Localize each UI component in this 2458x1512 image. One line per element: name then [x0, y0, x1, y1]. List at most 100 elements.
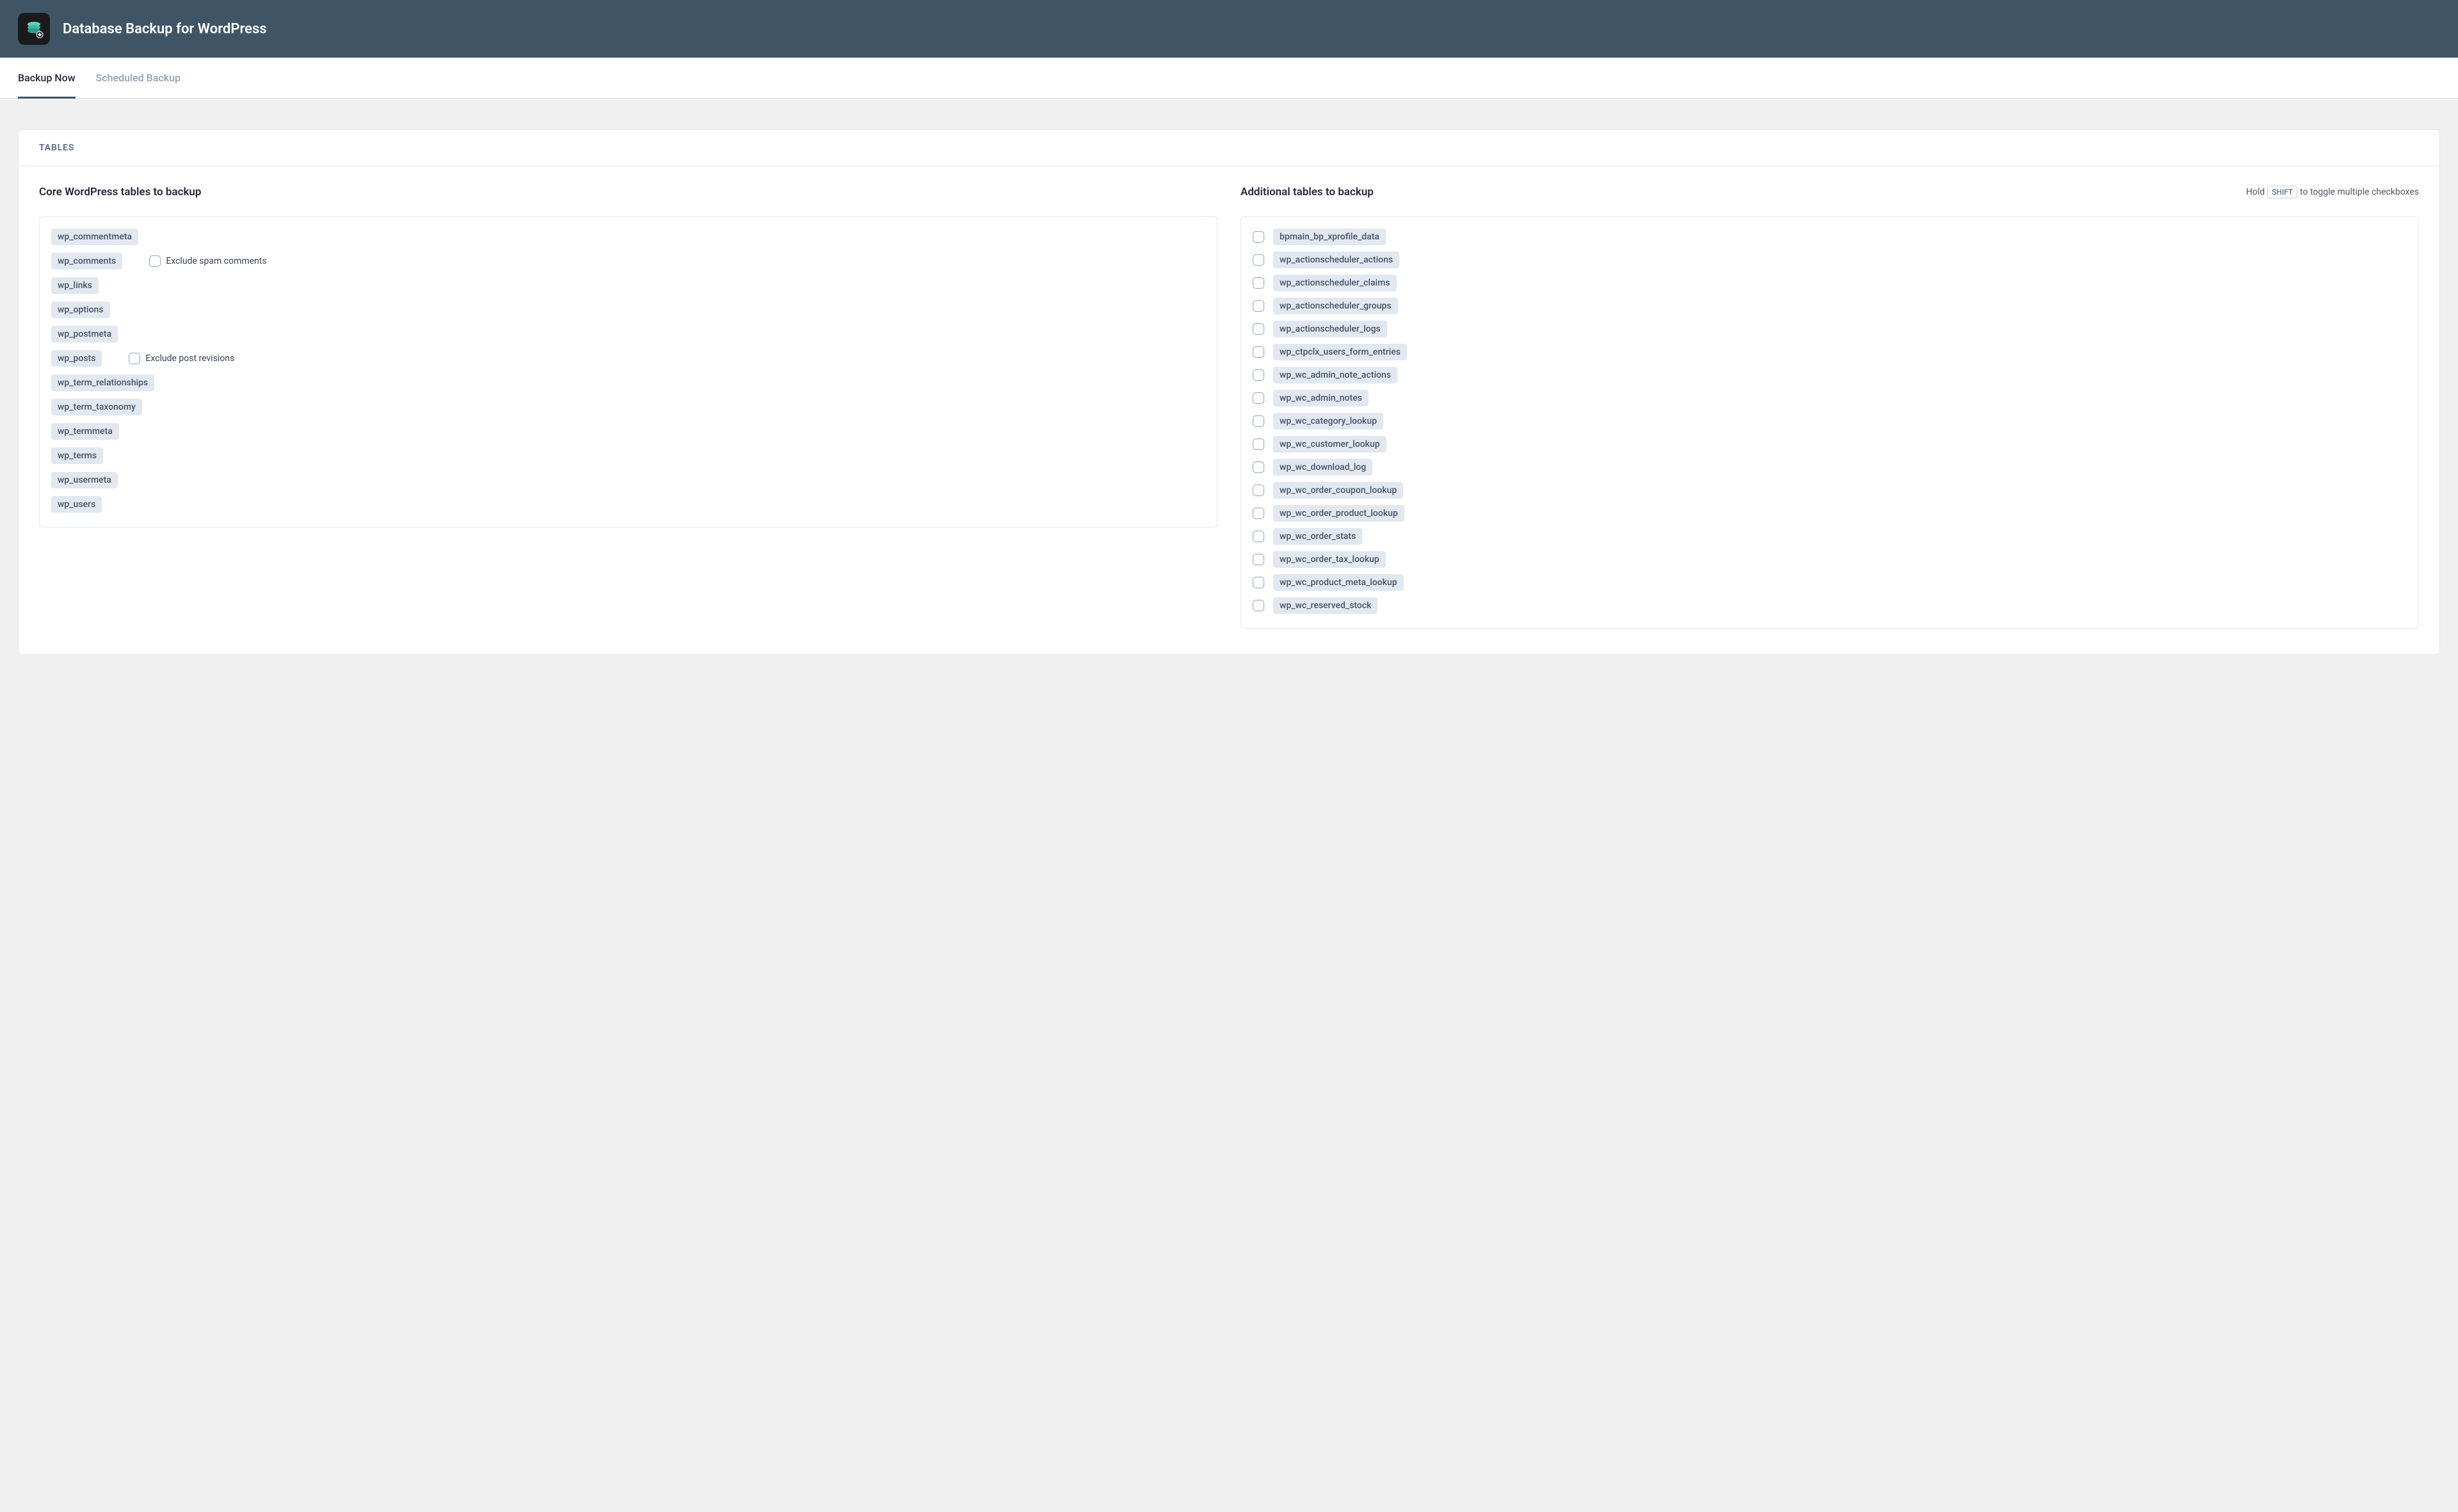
table-tag: wp_actionscheduler_logs [1273, 321, 1387, 337]
exclude_spam-checkbox[interactable] [149, 255, 161, 267]
table-tag: wp_wc_product_meta_lookup [1273, 574, 1404, 591]
core-table-row: wp_options [51, 302, 1205, 318]
additional-table-row: wp_wc_customer_lookup [1253, 436, 2407, 453]
table-tag: wp_comments [51, 253, 122, 269]
table-tag: wp_usermeta [51, 472, 118, 488]
additional-table-row: wp_actionscheduler_logs [1253, 321, 2407, 337]
panel-title: TABLES [39, 143, 2419, 153]
additional-table-row: wp_wc_order_stats [1253, 528, 2407, 545]
additional-table-row: wp_wc_reserved_stock [1253, 597, 2407, 614]
additional-table-checkbox[interactable] [1253, 600, 1264, 611]
table-tag: bpmain_bp_xprofile_data [1273, 229, 1386, 245]
table-tag: wp_actionscheduler_groups [1273, 298, 1398, 314]
core-table-row: wp_posts Exclude post revisions [51, 350, 1205, 367]
additional-table-checkbox[interactable] [1253, 485, 1264, 496]
app-header: Database Backup for WordPress [0, 0, 2458, 58]
table-tag: wp_terms [51, 447, 103, 464]
additional-table-row: wp_wc_category_lookup [1253, 413, 2407, 430]
table-tag: wp_users [51, 496, 102, 513]
additional-table-checkbox[interactable] [1253, 508, 1264, 519]
additional-table-row: wp_wc_order_coupon_lookup [1253, 482, 2407, 499]
core-table-row: wp_users [51, 496, 1205, 513]
additional-table-row: wp_wc_order_tax_lookup [1253, 551, 2407, 568]
additional-table-checkbox[interactable] [1253, 462, 1264, 473]
app-icon [18, 13, 50, 45]
additional-table-checkbox[interactable] [1253, 531, 1264, 542]
additional-table-row: wp_actionscheduler_claims [1253, 275, 2407, 291]
additional-column-header: Additional tables to backup Hold SHIFT t… [1241, 184, 2419, 200]
app-title: Database Backup for WordPress [63, 21, 267, 37]
table-tag: wp_wc_download_log [1273, 459, 1372, 476]
additional-table-checkbox[interactable] [1253, 277, 1264, 289]
core-table-row: wp_usermeta [51, 472, 1205, 488]
table-tag: wp_termmeta [51, 423, 119, 440]
panel-body: Core WordPress tables to backup wp_comme… [19, 166, 2439, 654]
additional-table-row: wp_ctpclx_users_form_entries [1253, 344, 2407, 360]
additional-table-checkbox[interactable] [1253, 346, 1264, 358]
table-tag: wp_options [51, 302, 110, 318]
core-table-row: wp_links [51, 277, 1205, 294]
additional-table-checkbox[interactable] [1253, 254, 1264, 266]
additional-table-row: bpmain_bp_xprofile_data [1253, 229, 2407, 245]
core-table-row: wp_terms [51, 447, 1205, 464]
table-tag: wp_term_taxonomy [51, 399, 142, 415]
table-tag: wp_wc_order_tax_lookup [1273, 551, 1386, 568]
additional-table-row: wp_wc_order_product_lookup [1253, 505, 2407, 522]
additional-table-row: wp_wc_admin_note_actions [1253, 367, 2407, 383]
additional-tables-box: bpmain_bp_xprofile_data wp_actionschedule… [1241, 216, 2419, 629]
additional-table-checkbox[interactable] [1253, 231, 1264, 243]
hint-prefix: Hold [2246, 187, 2265, 197]
hint-suffix: to toggle multiple checkboxes [2300, 187, 2419, 197]
additional-tables-column: Additional tables to backup Hold SHIFT t… [1241, 184, 2419, 629]
table-tag: wp_term_relationships [51, 374, 154, 391]
table-tag: wp_wc_order_stats [1273, 528, 1362, 545]
core-table-row: wp_term_taxonomy [51, 399, 1205, 415]
core-tables-box: wp_commentmeta wp_comments Exclude spam co… [39, 216, 1217, 527]
core-tables-column: Core WordPress tables to backup wp_comme… [39, 184, 1217, 629]
shift-key-badge: SHIFT [2267, 186, 2297, 198]
exclude_revisions-label: Exclude post revisions [145, 353, 234, 364]
additional-table-checkbox[interactable] [1253, 300, 1264, 312]
core-table-row: wp_commentmeta [51, 229, 1205, 245]
additional-table-row: wp_actionscheduler_actions [1253, 252, 2407, 268]
additional-table-checkbox[interactable] [1253, 323, 1264, 335]
core-table-row: wp_comments Exclude spam comments [51, 253, 1205, 269]
table-tag: wp_wc_order_product_lookup [1273, 505, 1404, 522]
tabs-nav: Backup Now Scheduled Backup [0, 58, 2458, 99]
table-tag: wp_actionscheduler_actions [1273, 252, 1399, 268]
table-tag: wp_postmeta [51, 326, 118, 342]
content-area: TABLES Core WordPress tables to backup w… [0, 99, 2458, 686]
table-tag: wp_commentmeta [51, 229, 138, 245]
database-icon [24, 19, 44, 39]
exclude_revisions-option[interactable]: Exclude post revisions [129, 353, 234, 364]
exclude_revisions-checkbox[interactable] [129, 353, 140, 364]
tables-panel: TABLES Core WordPress tables to backup w… [18, 129, 2440, 655]
core-column-header: Core WordPress tables to backup [39, 184, 1217, 200]
panel-header: TABLES [19, 130, 2439, 166]
additional-table-checkbox[interactable] [1253, 554, 1264, 565]
table-tag: wp_links [51, 277, 99, 294]
tab-scheduled-backup[interactable]: Scheduled Backup [96, 58, 181, 98]
additional-table-checkbox[interactable] [1253, 392, 1264, 404]
tab-backup-now[interactable]: Backup Now [18, 58, 76, 98]
additional-table-row: wp_wc_admin_notes [1253, 390, 2407, 406]
core-table-row: wp_postmeta [51, 326, 1205, 342]
table-tag: wp_ctpclx_users_form_entries [1273, 344, 1407, 360]
table-tag: wp_posts [51, 350, 102, 367]
additional-column-title: Additional tables to backup [1241, 186, 1374, 198]
additional-table-row: wp_wc_product_meta_lookup [1253, 574, 2407, 591]
table-tag: wp_actionscheduler_claims [1273, 275, 1397, 291]
additional-table-checkbox[interactable] [1253, 577, 1264, 588]
additional-table-checkbox[interactable] [1253, 415, 1264, 427]
additional-table-checkbox[interactable] [1253, 369, 1264, 381]
table-tag: wp_wc_order_coupon_lookup [1273, 482, 1403, 499]
table-tag: wp_wc_reserved_stock [1273, 597, 1378, 614]
table-tag: wp_wc_category_lookup [1273, 413, 1383, 430]
table-tag: wp_wc_admin_notes [1273, 390, 1369, 406]
additional-table-checkbox[interactable] [1253, 438, 1264, 450]
additional-table-row: wp_wc_download_log [1253, 459, 2407, 476]
table-tag: wp_wc_admin_note_actions [1273, 367, 1397, 383]
exclude_spam-option[interactable]: Exclude spam comments [149, 255, 266, 267]
core-table-row: wp_term_relationships [51, 374, 1205, 391]
additional-table-row: wp_actionscheduler_groups [1253, 298, 2407, 314]
